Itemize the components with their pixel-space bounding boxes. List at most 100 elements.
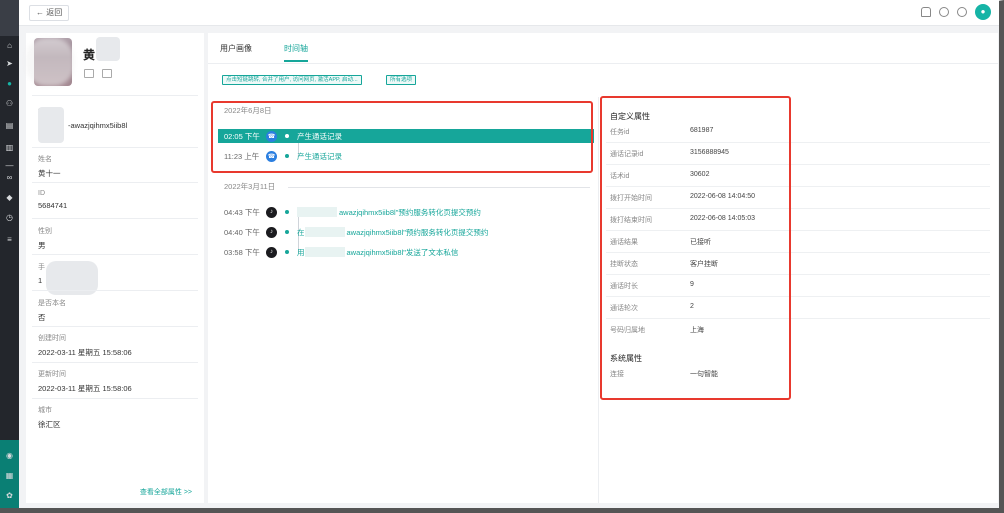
- profile-name: 黄: [83, 48, 96, 62]
- timeline-dot: [285, 230, 289, 234]
- tab-user-profile[interactable]: 用户画像: [220, 43, 252, 62]
- name-blur: [304, 227, 345, 237]
- field-value: 2022-03-11 星期五 15:58:06: [38, 348, 132, 357]
- attr-row: 话术id 30602: [606, 165, 990, 187]
- attr-key: 通话轮次: [610, 305, 638, 312]
- timeline-event[interactable]: 11:23 上午 ☎ 产生通话记录: [218, 149, 594, 163]
- back-button[interactable]: ← 返回: [29, 5, 70, 21]
- line-icon[interactable]: —: [4, 160, 15, 171]
- chart-icon[interactable]: ▥: [4, 142, 15, 153]
- timeline-event[interactable]: 02:05 下午 ☎ 产生通话记录: [218, 129, 594, 143]
- field-phone: 手 1: [38, 262, 45, 285]
- field-label: 姓名: [38, 156, 52, 163]
- bell-icon[interactable]: [921, 7, 931, 17]
- menu-icon[interactable]: [102, 69, 112, 78]
- date-header: 2022年3月11日: [224, 181, 596, 193]
- link-icon[interactable]: ∞: [4, 172, 15, 183]
- ad-icon[interactable]: ◆: [4, 192, 15, 203]
- attr-key: 拨打结束时间: [610, 217, 652, 224]
- date-label: 2022年6月8日: [224, 106, 272, 115]
- tiktok-icon: ♪: [266, 206, 277, 218]
- send-icon[interactable]: ➤: [4, 58, 15, 69]
- field-label: 性别: [38, 228, 52, 235]
- field-value: 5684741: [38, 201, 68, 210]
- left-nav-rail: ⌂ ➤ ● ⚇ ▤ ▥ — ∞ ◆ ◷ ≡ ◉ ▦ ✿: [0, 0, 19, 508]
- field-label: ID: [38, 190, 45, 197]
- document-icon[interactable]: ▤: [4, 120, 15, 131]
- attr-row: 连接 一句智能: [606, 363, 990, 385]
- event-time: 04:40 下午: [224, 227, 260, 237]
- group-icon[interactable]: ⚇: [4, 98, 15, 109]
- event-text: awazjqihmx5iib8l"预约服务转化页提交预约: [346, 227, 489, 237]
- attr-value: 一句智能: [690, 371, 718, 378]
- field-value: 2022-03-11 星期五 15:58:06: [38, 384, 132, 393]
- attr-row: 通话记录id 3156888945: [606, 143, 990, 165]
- timeline-event[interactable]: 04:40 下午 ♪ 在 awazjqihmx5iib8l"预约服务转化页提交预…: [218, 225, 594, 239]
- field-label: 创建时间: [38, 335, 66, 342]
- attr-row: 拨打结束时间 2022-06-08 14:05:03: [606, 209, 990, 231]
- attr-row: 通话时长 9: [606, 275, 990, 297]
- divider: [32, 147, 198, 148]
- list-icon[interactable]: ≡: [4, 234, 15, 245]
- divider: [32, 362, 198, 363]
- attr-row: 任务id 681987: [606, 121, 990, 143]
- date-line: [288, 187, 590, 188]
- top-bar: ← 返回 ●: [19, 0, 999, 26]
- event-prefix: 在: [297, 227, 305, 237]
- tab-timeline[interactable]: 时间轴: [284, 43, 308, 62]
- divider: [32, 254, 198, 255]
- user-icon[interactable]: ●: [4, 78, 15, 89]
- divider: [32, 218, 198, 219]
- attr-value: 2022-06-08 14:05:03: [690, 215, 755, 222]
- timeline-event[interactable]: 03:58 下午 ♪ 用 awazjqihmx5iib8l"发送了文本私信: [218, 245, 594, 259]
- edit-icon[interactable]: [84, 69, 94, 78]
- field-label: 手: [38, 264, 45, 271]
- home-icon[interactable]: ⌂: [4, 40, 15, 51]
- help-icon[interactable]: [957, 7, 967, 17]
- divider: [32, 398, 198, 399]
- filter-all-chip[interactable]: 所有选项: [386, 75, 417, 85]
- attr-row: 拨打开始时间 2022-06-08 14:04:50: [606, 187, 990, 209]
- timeline-dot: [285, 154, 289, 158]
- attr-row: 号码归属地 上海: [606, 319, 990, 341]
- field-value: 徐汇区: [38, 420, 61, 429]
- clock-icon[interactable]: ◷: [4, 212, 15, 223]
- tiktok-icon: ♪: [266, 246, 277, 258]
- attr-value: 2022-06-08 14:04:50: [690, 193, 755, 200]
- divider: [32, 95, 198, 96]
- timeline-event[interactable]: 04:43 下午 ♪ awazjqihmx5iib8l"预约服务转化页提交预约: [218, 205, 594, 219]
- event-time: 11:23 上午: [224, 151, 260, 161]
- attr-key: 话术id: [610, 173, 630, 180]
- phone-icon: ☎: [266, 130, 277, 142]
- event-time: 02:05 下午: [224, 131, 260, 141]
- field-label: 城市: [38, 407, 52, 414]
- field-id: ID 5684741: [38, 190, 67, 210]
- event-prefix: 用: [297, 247, 305, 257]
- attr-row: 通话结果 已接听: [606, 231, 990, 253]
- rail-top-block: [0, 0, 19, 36]
- panel-divider: [598, 97, 599, 503]
- attr-key: 通话结果: [610, 239, 638, 246]
- settings-dot-icon[interactable]: ◉: [4, 450, 15, 461]
- attr-value: 已接听: [690, 239, 711, 246]
- grid-icon[interactable]: ▦: [4, 470, 15, 481]
- attr-value: 3156888945: [690, 149, 729, 156]
- message-icon[interactable]: [939, 7, 949, 17]
- wechat-blur: [38, 107, 64, 143]
- tab-bar: 用户画像 时间轴: [220, 43, 308, 62]
- attr-key: 挂断状态: [610, 261, 638, 268]
- event-filter-chip[interactable]: 点击短链跳转, 合并了用户, 访问网页, 激活APP, 启动...: [222, 75, 362, 85]
- divider: [32, 182, 198, 183]
- wechat-id: -awazjqihmx5iib8l: [68, 121, 128, 130]
- field-gender: 性别 男: [38, 226, 52, 251]
- user-avatar[interactable]: ●: [975, 4, 991, 20]
- attr-value: 上海: [690, 327, 704, 334]
- attr-value: 30602: [690, 171, 710, 178]
- timeline-dot: [285, 210, 289, 214]
- field-label: 是否本名: [38, 300, 66, 307]
- field-city: 城市 徐汇区: [38, 405, 61, 430]
- gear-icon[interactable]: ✿: [4, 490, 15, 501]
- see-all-attributes-link[interactable]: 查看全部属性 >>: [140, 487, 192, 497]
- divider: [32, 290, 198, 291]
- field-value: 黄十一: [38, 169, 61, 178]
